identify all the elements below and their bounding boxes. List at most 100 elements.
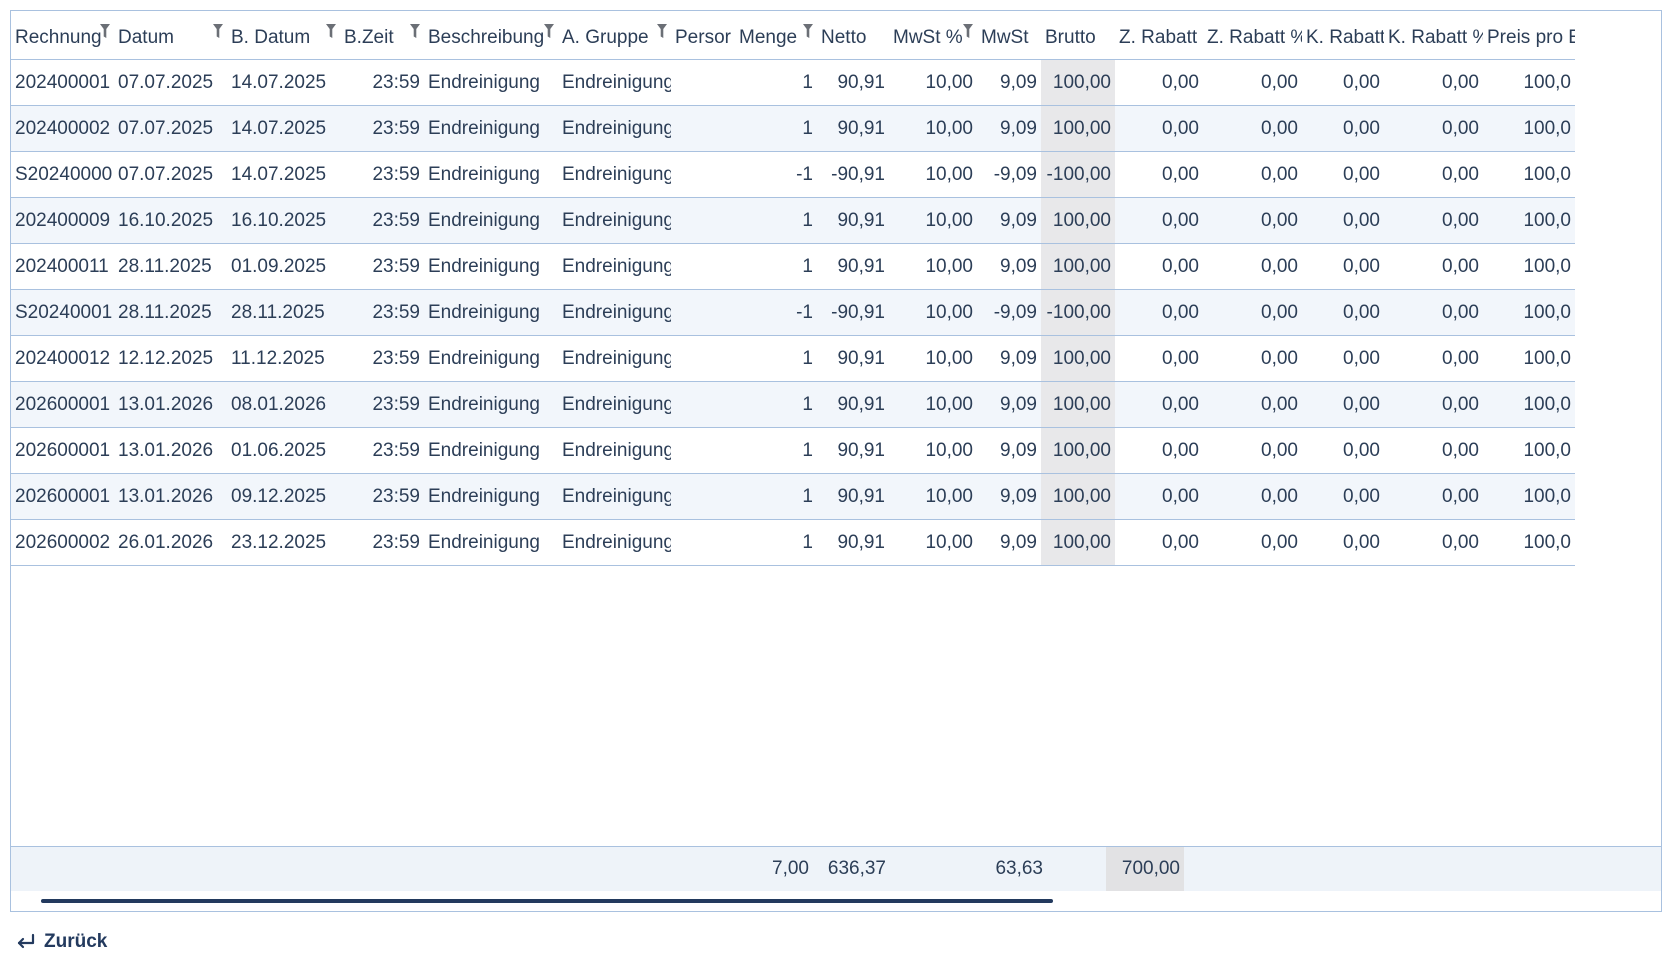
cell-rechnung: S20240000: [11, 151, 114, 198]
table-row[interactable]: 202600001 13.01.2026 09.12.2025 23:59 Endrei…: [11, 473, 1575, 520]
cell-z-rabatt-prozent: 0,00: [1203, 243, 1302, 290]
grid-viewport: Rechnung Datum B. Datum B.Zeit Beschreibung A…: [11, 11, 1661, 851]
table-row[interactable]: 202600001 13.01.2026 01.06.2025 23:59 Endrei…: [11, 427, 1575, 474]
cell-preis-pro-einheit: 100,0: [1483, 381, 1575, 428]
return-arrow-icon: [17, 933, 35, 949]
cell-b-datum: 23.12.2025: [227, 519, 340, 566]
cell-menge: 1: [735, 473, 817, 520]
cell-b-datum: 14.07.2025: [227, 151, 340, 198]
column-header-datum[interactable]: Datum: [114, 11, 227, 60]
back-button[interactable]: Zurück: [14, 928, 107, 956]
filter-icon[interactable]: [803, 23, 813, 39]
cell-netto: 90,91: [817, 59, 889, 106]
column-header-label: Datum: [118, 27, 174, 48]
cell-menge: -1: [735, 151, 817, 198]
cell-preis-pro-einheit: 100,0: [1483, 519, 1575, 566]
cell-a-gruppe: Endreinigung: [558, 151, 671, 198]
cell-rechnung: 202600002: [11, 519, 114, 566]
column-header-person[interactable]: Persor: [671, 11, 735, 60]
cell-mwst: -9,09: [977, 289, 1041, 336]
column-header-label: Beschreibung: [428, 27, 545, 48]
cell-brutto: 100,00: [1041, 197, 1115, 244]
table-row[interactable]: 202400011 28.11.2025 01.09.2025 23:59 Endrei…: [11, 243, 1575, 290]
cell-rechnung: 202600001: [11, 427, 114, 474]
cell-person: [671, 473, 735, 520]
cell-k-rabatt: 0,00: [1302, 473, 1384, 520]
cell-a-gruppe: Endreinigung: [558, 473, 671, 520]
cell-netto: 90,91: [817, 197, 889, 244]
filter-icon[interactable]: [657, 23, 667, 39]
cell-rechnung: 202400012: [11, 335, 114, 382]
column-header-beschreibung[interactable]: Beschreibung: [424, 11, 558, 60]
column-header-mwst[interactable]: MwSt: [977, 11, 1041, 60]
cell-b-datum: 14.07.2025: [227, 59, 340, 106]
filter-icon[interactable]: [963, 23, 973, 39]
column-header-netto[interactable]: Netto: [817, 11, 889, 60]
filter-icon[interactable]: [544, 23, 554, 39]
total-mwst: 63,63: [995, 858, 1043, 879]
cell-b-datum: 01.06.2025: [227, 427, 340, 474]
cell-datum: 28.11.2025: [114, 243, 227, 290]
filter-icon[interactable]: [213, 23, 223, 39]
cell-brutto: 100,00: [1041, 381, 1115, 428]
cell-a-gruppe: Endreinigung: [558, 519, 671, 566]
cell-k-rabatt-prozent: 0,00: [1384, 151, 1483, 198]
column-header-k-rabatt[interactable]: K. Rabatt: [1302, 11, 1384, 60]
column-header-preis-pro-einheit[interactable]: Preis pro E: [1483, 11, 1575, 60]
column-header-label: Z. Rabatt %: [1207, 27, 1302, 48]
column-header-z-rabatt[interactable]: Z. Rabatt: [1115, 11, 1203, 60]
column-header-menge[interactable]: Menge: [735, 11, 817, 60]
cell-preis-pro-einheit: 100,0: [1483, 151, 1575, 198]
cell-b-zeit: 23:59: [340, 289, 424, 336]
cell-z-rabatt: 0,00: [1115, 427, 1203, 474]
cell-brutto: 100,00: [1041, 59, 1115, 106]
cell-a-gruppe: Endreinigung: [558, 335, 671, 382]
column-header-rechnung[interactable]: Rechnung: [11, 11, 114, 60]
cell-person: [671, 105, 735, 152]
cell-mwst: 9,09: [977, 197, 1041, 244]
column-header-z-rabatt-prozent[interactable]: Z. Rabatt %: [1203, 11, 1302, 60]
cell-b-zeit: 23:59: [340, 335, 424, 382]
cell-person: [671, 381, 735, 428]
column-header-a-gruppe[interactable]: A. Gruppe: [558, 11, 671, 60]
filter-icon[interactable]: [100, 23, 110, 39]
table-row[interactable]: 202600001 13.01.2026 08.01.2026 23:59 Endrei…: [11, 381, 1575, 428]
cell-menge: 1: [735, 519, 817, 566]
column-header-label: Rechnung: [15, 27, 102, 48]
cell-person: [671, 289, 735, 336]
cell-datum: 13.01.2026: [114, 381, 227, 428]
cell-b-zeit: 23:59: [340, 427, 424, 474]
totals-row: 7,00 636,37 63,63 700,00: [11, 846, 1661, 891]
cell-datum: 07.07.2025: [114, 151, 227, 198]
cell-mwst: 9,09: [977, 473, 1041, 520]
cell-k-rabatt-prozent: 0,00: [1384, 289, 1483, 336]
column-header-b-zeit[interactable]: B.Zeit: [340, 11, 424, 60]
column-header-mwst-prozent[interactable]: MwSt %: [889, 11, 977, 60]
cell-k-rabatt-prozent: 0,00: [1384, 105, 1483, 152]
column-header-brutto[interactable]: Brutto: [1041, 11, 1115, 60]
cell-rechnung: 202400002: [11, 105, 114, 152]
column-header-k-rabatt-prozent[interactable]: K. Rabatt %: [1384, 11, 1483, 60]
filter-icon[interactable]: [326, 23, 336, 39]
cell-netto: 90,91: [817, 243, 889, 290]
table-row[interactable]: 202400009 16.10.2025 16.10.2025 23:59 Endrei…: [11, 197, 1575, 244]
horizontal-scrollbar[interactable]: [41, 899, 1053, 903]
cell-b-zeit: 23:59: [340, 519, 424, 566]
table-row[interactable]: S20240001 28.11.2025 28.11.2025 23:59 Endrei…: [11, 289, 1575, 336]
cell-k-rabatt-prozent: 0,00: [1384, 381, 1483, 428]
table-row[interactable]: 202400012 12.12.2025 11.12.2025 23:59 Endrei…: [11, 335, 1575, 382]
cell-mwst-prozent: 10,00: [889, 427, 977, 474]
cell-z-rabatt-prozent: 0,00: [1203, 105, 1302, 152]
filter-icon[interactable]: [410, 23, 420, 39]
cell-rechnung: 202400011: [11, 243, 114, 290]
table-row[interactable]: 202400001 07.07.2025 14.07.2025 23:59 Endrei…: [11, 59, 1575, 106]
cell-brutto: 100,00: [1041, 519, 1115, 566]
cell-beschreibung: Endreinigung: [424, 289, 558, 336]
cell-beschreibung: Endreinigung: [424, 335, 558, 382]
cell-mwst: 9,09: [977, 59, 1041, 106]
table-row[interactable]: 202400002 07.07.2025 14.07.2025 23:59 Endrei…: [11, 105, 1575, 152]
cell-z-rabatt: 0,00: [1115, 519, 1203, 566]
table-row[interactable]: 202600002 26.01.2026 23.12.2025 23:59 Endrei…: [11, 519, 1575, 566]
table-row[interactable]: S20240000 07.07.2025 14.07.2025 23:59 Endrei…: [11, 151, 1575, 198]
column-header-b-datum[interactable]: B. Datum: [227, 11, 340, 60]
